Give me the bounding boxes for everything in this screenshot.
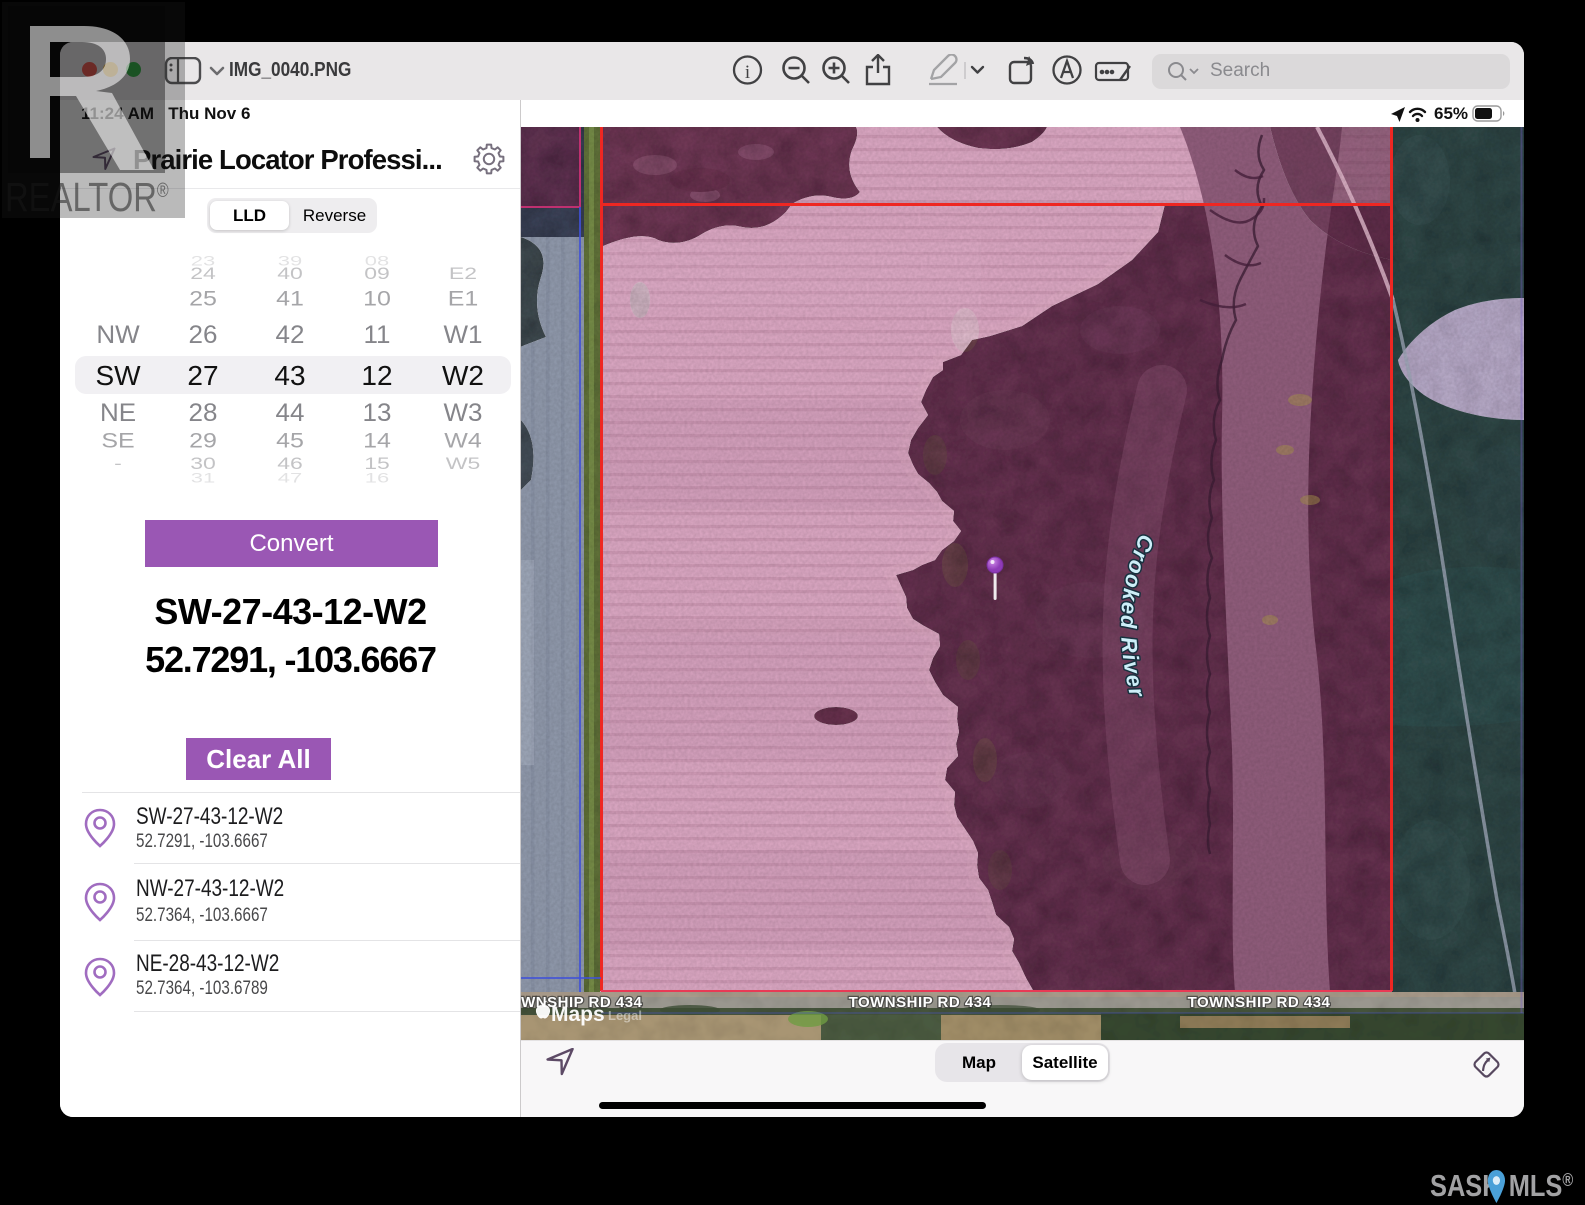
- svg-text:Maps: Maps: [551, 1003, 605, 1026]
- svg-text:Legal: Legal: [608, 1008, 642, 1023]
- svg-text:TOWNSHIP RD 434: TOWNSHIP RD 434: [849, 994, 992, 1011]
- svg-text:TOWNSHIP RD 434: TOWNSHIP RD 434: [1188, 994, 1331, 1011]
- svg-text:i: i: [745, 62, 750, 83]
